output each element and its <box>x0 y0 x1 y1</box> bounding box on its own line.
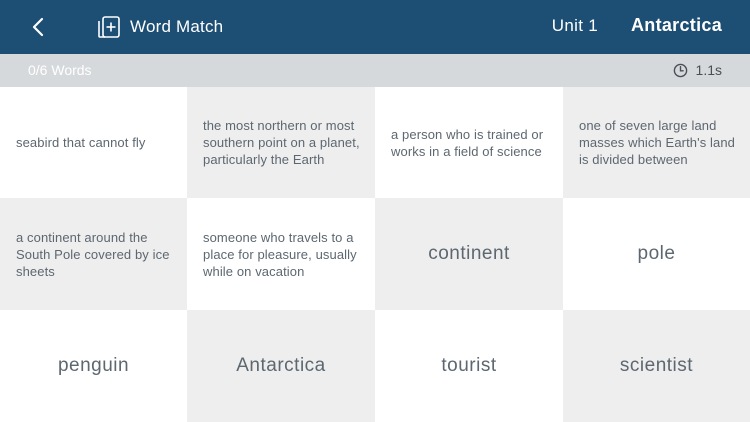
app-title: Word Match <box>96 14 223 40</box>
card-text: someone who travels to a place for pleas… <box>203 229 357 279</box>
topic-title: Antarctica <box>630 15 722 35</box>
unit-label: Unit 1 <box>551 16 598 35</box>
card-grid: seabird that cannot fly the most norther… <box>0 87 750 422</box>
word-card[interactable]: tourist <box>375 310 563 422</box>
card-text: seabird that cannot fly <box>16 135 146 150</box>
app-title-label: Word Match <box>130 17 224 36</box>
clock-icon <box>673 63 687 77</box>
definition-card[interactable]: a continent around the South Pole covere… <box>0 198 187 310</box>
word-card[interactable]: penguin <box>0 310 187 422</box>
word-card[interactable]: Antarctica <box>187 310 375 422</box>
definition-card[interactable]: someone who travels to a place for pleas… <box>187 198 375 310</box>
card-text: a continent around the South Pole covere… <box>16 229 170 279</box>
word-card[interactable]: scientist <box>563 310 750 422</box>
word-count: 0/6 Words <box>28 62 92 78</box>
word-card[interactable]: continent <box>375 198 563 310</box>
word-card[interactable]: pole <box>563 198 750 310</box>
status-bar: 0/6 Words 1.1s <box>0 54 750 87</box>
card-text: a person who is trained or works in a fi… <box>391 126 544 159</box>
top-bar: Word Match Unit 1 Antarctica <box>0 0 750 54</box>
card-text: penguin <box>57 355 130 376</box>
timer-value: 1.1s <box>695 62 722 78</box>
card-text: scientist <box>619 355 694 376</box>
card-add-icon <box>98 16 120 38</box>
definition-card[interactable]: a person who is trained or works in a fi… <box>375 87 563 198</box>
card-text: Antarctica <box>236 355 326 376</box>
card-text: tourist <box>441 355 497 376</box>
card-text: the most northern or most southern point… <box>203 118 360 167</box>
back-button[interactable] <box>26 15 50 39</box>
card-text: continent <box>428 243 510 264</box>
definition-card[interactable]: seabird that cannot fly <box>0 87 187 198</box>
definition-card[interactable]: one of seven large land masses which Ear… <box>563 87 750 198</box>
definition-card[interactable]: the most northern or most southern point… <box>187 87 375 198</box>
card-text: pole <box>637 243 676 264</box>
chevron-left-icon <box>32 17 44 37</box>
timer: 1.1s <box>673 62 722 78</box>
card-text: one of seven large land masses which Ear… <box>579 118 735 167</box>
